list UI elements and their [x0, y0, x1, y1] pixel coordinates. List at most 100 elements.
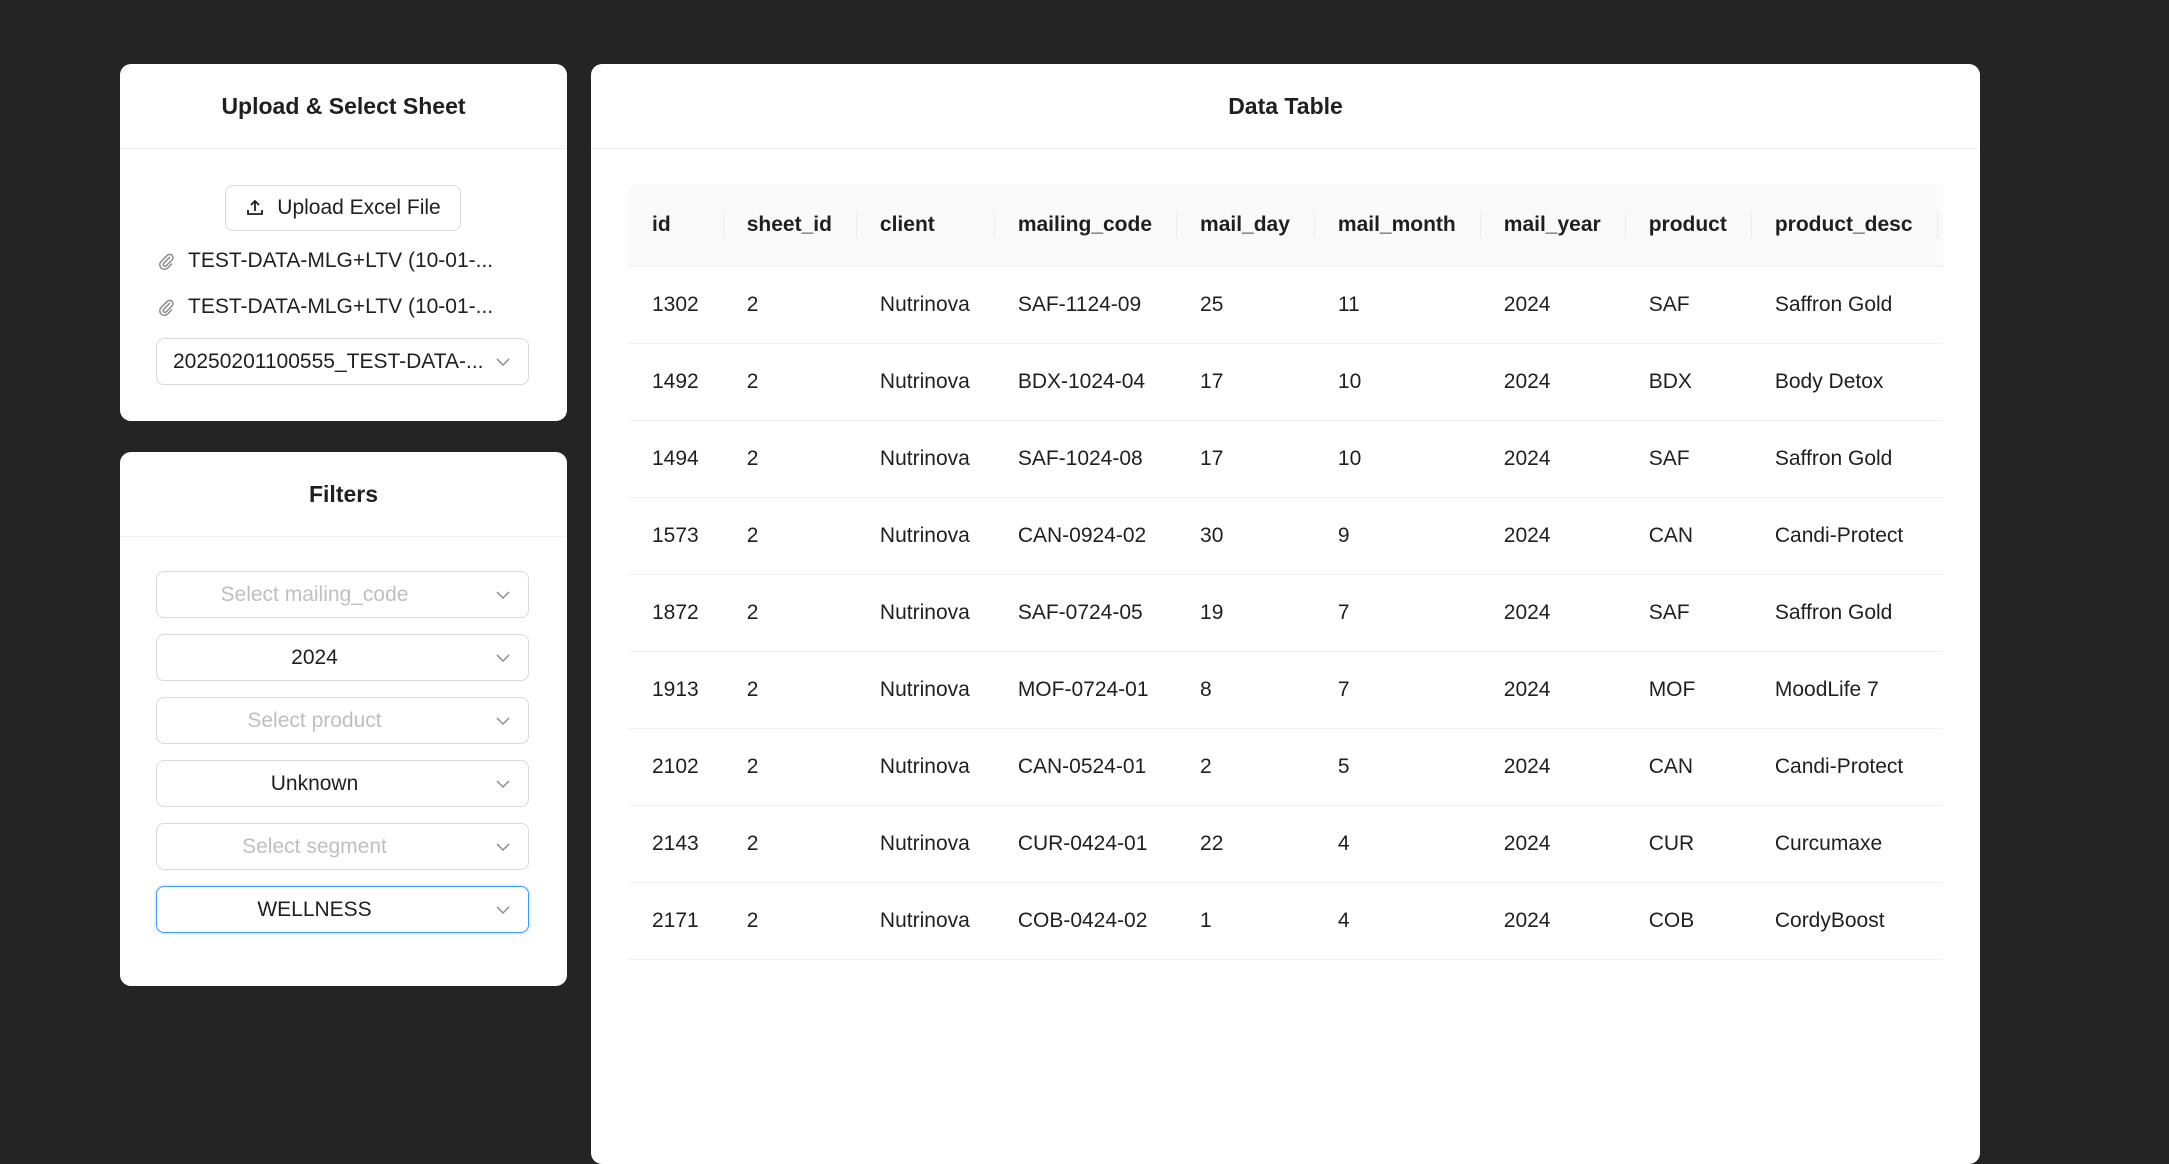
- cell-category: WELLNESS: [1936, 420, 1943, 498]
- cell-mail-year: 2024: [1479, 343, 1625, 421]
- cell-product: COB: [1624, 882, 1751, 960]
- cell-mailing-code: CAN-0924-02: [993, 497, 1177, 575]
- cell-client: Nutrinova: [855, 882, 994, 960]
- cell-id: 1913: [628, 651, 723, 729]
- table-row[interactable]: 1302 2 Nutrinova SAF-1124-09 25 11 2024 SAF Saff…: [628, 266, 1943, 344]
- upload-excel-button[interactable]: Upload Excel File: [225, 185, 461, 231]
- cell-mail-year: 2024: [1479, 574, 1625, 652]
- uploaded-file-item[interactable]: TEST-DATA-MLG+LTV (10-01-...: [156, 246, 493, 276]
- table-row[interactable]: 2171 2 Nutrinova COB-0424-02 1 4 2024 COB CordyB…: [628, 882, 1943, 960]
- cell-mailing-code: SAF-0724-05: [993, 574, 1177, 652]
- cell-sheet-id: 2: [722, 651, 856, 729]
- table-row[interactable]: 1872 2 Nutrinova SAF-0724-05 19 7 2024 SAF Saffr…: [628, 574, 1943, 652]
- cell-mail-month: 4: [1313, 882, 1480, 960]
- column-header-mailing-code[interactable]: mailing_code: [993, 184, 1177, 267]
- cell-client: Nutrinova: [855, 805, 994, 883]
- cell-id: 1872: [628, 574, 723, 652]
- chevron-down-icon: [496, 716, 510, 725]
- column-header-mail-month[interactable]: mail_month: [1313, 184, 1480, 267]
- filters-panel-title: Filters: [120, 452, 567, 537]
- cell-sheet-id: 2: [722, 266, 856, 344]
- cell-category: WELLNESS: [1936, 343, 1943, 421]
- mailing-code-select[interactable]: Select mailing_code: [156, 571, 529, 618]
- cell-sheet-id: 2: [722, 728, 856, 806]
- cell-mail-month: 11: [1313, 266, 1480, 344]
- year-select-value: 2024: [291, 645, 338, 669]
- filters-panel: Filters Select mailing_code 2024 Select …: [120, 452, 567, 986]
- cell-mail-day: 25: [1176, 266, 1314, 344]
- cell-mail-day: 8: [1176, 651, 1314, 729]
- cell-product-desc: Curcumaxe: [1750, 805, 1937, 883]
- cell-client: Nutrinova: [855, 497, 994, 575]
- table-row[interactable]: 1573 2 Nutrinova CAN-0924-02 30 9 2024 CAN Candi…: [628, 497, 1943, 575]
- cell-mail-year: 2024: [1479, 728, 1625, 806]
- table-row[interactable]: 2143 2 Nutrinova CUR-0424-01 22 4 2024 CUR Curcu…: [628, 805, 1943, 883]
- cell-mail-month: 5: [1313, 728, 1480, 806]
- table-row[interactable]: 1492 2 Nutrinova BDX-1024-04 17 10 2024 BDX Body…: [628, 343, 1943, 421]
- cell-mail-day: 30: [1176, 497, 1314, 575]
- upload-panel: Upload & Select Sheet Upload Excel File …: [120, 64, 567, 421]
- paperclip-icon: [159, 299, 174, 317]
- column-header-client[interactable]: client: [855, 184, 994, 267]
- data-table-title: Data Table: [591, 64, 1980, 149]
- segment-placeholder: Select segment: [242, 834, 387, 858]
- cell-mail-year: 2024: [1479, 497, 1625, 575]
- cell-category: WELLNESS: [1936, 728, 1943, 806]
- cell-sheet-id: 2: [722, 882, 856, 960]
- cell-category: WELLNESS: [1936, 651, 1943, 729]
- column-header-id[interactable]: id: [628, 184, 723, 267]
- cell-mailing-code: COB-0424-02: [993, 882, 1177, 960]
- cell-mail-year: 2024: [1479, 266, 1625, 344]
- file-name: TEST-DATA-MLG+LTV (10-01-...: [188, 249, 494, 272]
- cell-client: Nutrinova: [855, 574, 994, 652]
- cell-mailing-code: CAN-0524-01: [993, 728, 1177, 806]
- upload-icon: [247, 199, 264, 215]
- column-header-category[interactable]: category: [1936, 184, 1943, 267]
- cell-sheet-id: 2: [722, 343, 856, 421]
- cell-product-desc: Saffron Gold: [1750, 266, 1937, 344]
- cell-product: CAN: [1624, 497, 1751, 575]
- cell-mail-month: 4: [1313, 805, 1480, 883]
- year-select[interactable]: 2024: [156, 634, 529, 681]
- cell-id: 2143: [628, 805, 723, 883]
- column-header-sheet-id[interactable]: sheet_id: [722, 184, 856, 267]
- product-select[interactable]: Select product: [156, 697, 529, 744]
- cell-client: Nutrinova: [855, 343, 994, 421]
- product-placeholder: Select product: [247, 708, 382, 732]
- unknown-select[interactable]: Unknown: [156, 760, 529, 807]
- cell-mail-day: 19: [1176, 574, 1314, 652]
- table-row[interactable]: 1494 2 Nutrinova SAF-1024-08 17 10 2024 SAF Saff…: [628, 420, 1943, 498]
- cell-category: WELLNESS: [1936, 805, 1943, 883]
- cell-id: 1492: [628, 343, 723, 421]
- cell-product: SAF: [1624, 420, 1751, 498]
- table-scroll-area[interactable]: id sheet_id client mailing_code mail_day…: [628, 184, 1943, 1164]
- cell-product: SAF: [1624, 266, 1751, 344]
- cell-sheet-id: 2: [722, 805, 856, 883]
- sheet-select[interactable]: 20250201100555_TEST-DATA-...: [156, 338, 529, 385]
- column-header-mail-day[interactable]: mail_day: [1176, 184, 1314, 267]
- column-header-product-desc[interactable]: product_desc: [1750, 184, 1937, 267]
- cell-product-desc: Candi-Protect: [1750, 728, 1937, 806]
- table-row[interactable]: 2102 2 Nutrinova CAN-0524-01 2 5 2024 CAN Candi-…: [628, 728, 1943, 806]
- column-header-product[interactable]: product: [1624, 184, 1751, 267]
- category-select[interactable]: WELLNESS: [156, 886, 529, 933]
- cell-mail-month: 9: [1313, 497, 1480, 575]
- table-row[interactable]: 1913 2 Nutrinova MOF-0724-01 8 7 2024 MOF MoodLi…: [628, 651, 1943, 729]
- cell-product-desc: CordyBoost: [1750, 882, 1937, 960]
- chevron-down-icon: [496, 779, 510, 788]
- column-header-mail-year[interactable]: mail_year: [1479, 184, 1625, 267]
- cell-mail-month: 10: [1313, 420, 1480, 498]
- cell-product: CAN: [1624, 728, 1751, 806]
- cell-mail-year: 2024: [1479, 882, 1625, 960]
- sheet-select-value: 20250201100555_TEST-DATA-...: [173, 349, 484, 373]
- uploaded-file-item[interactable]: TEST-DATA-MLG+LTV (10-01-...: [156, 292, 493, 322]
- cell-product: MOF: [1624, 651, 1751, 729]
- chevron-down-icon: [496, 905, 510, 914]
- chevron-down-icon: [496, 357, 510, 366]
- unknown-select-value: Unknown: [270, 771, 359, 795]
- cell-mail-month: 7: [1313, 574, 1480, 652]
- file-name: TEST-DATA-MLG+LTV (10-01-...: [188, 295, 494, 318]
- cell-id: 1494: [628, 420, 723, 498]
- segment-select[interactable]: Select segment: [156, 823, 529, 870]
- cell-product: SAF: [1624, 574, 1751, 652]
